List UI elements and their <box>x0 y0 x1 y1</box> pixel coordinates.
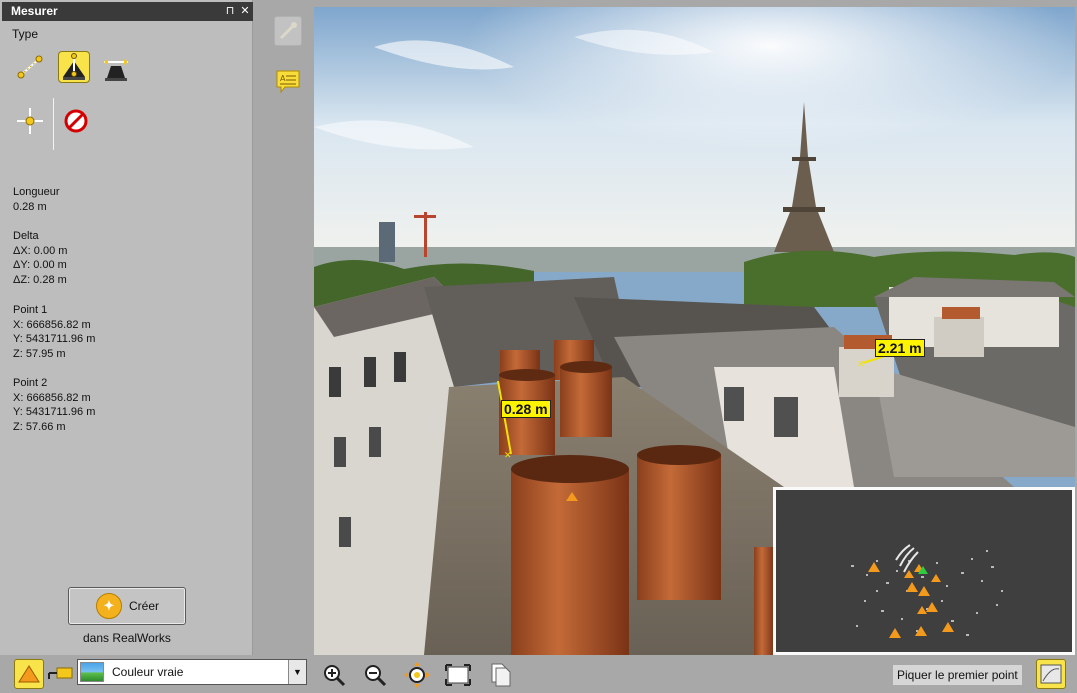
point-tool-button[interactable] <box>14 105 46 137</box>
create-button[interactable]: ✦ Créer <box>68 587 186 625</box>
annotation-note-icon: A <box>276 70 300 94</box>
zoom-in-button[interactable] <box>320 661 348 689</box>
cancel-tool-button[interactable] <box>60 105 92 137</box>
color-mode-icon <box>48 667 73 679</box>
delta-z: ΔZ: 0.28 m <box>13 273 67 286</box>
pin-icon[interactable]: ⊓ <box>223 2 237 21</box>
length-section: Longueur 0.28 m <box>13 185 60 214</box>
point-cloud-overview <box>776 490 1072 652</box>
panorama-viewport[interactable]: ✕ ✕ 0.28 m 2.21 m <box>314 7 1075 655</box>
no-entry-icon <box>64 109 88 133</box>
measure-height-icon <box>63 53 85 80</box>
zoom-in-icon <box>324 665 346 687</box>
width-tool-button[interactable] <box>100 51 132 83</box>
point2-z: Z: 57.66 m <box>13 420 66 433</box>
length-value: 0.28 m <box>13 200 47 213</box>
warning-triangle-icon <box>18 665 40 683</box>
length-label: Longueur <box>13 186 60 198</box>
layout-toggle-button[interactable] <box>1036 659 1066 689</box>
point1-z: Z: 57.95 m <box>13 347 66 360</box>
zoom-extents-button[interactable] <box>443 661 473 689</box>
height-tool-button[interactable] <box>58 51 90 83</box>
delta-y: ΔY: 0.00 m <box>13 259 67 272</box>
delta-label: Delta <box>13 230 39 242</box>
point1-label: Point 1 <box>13 304 48 316</box>
svg-text:✕: ✕ <box>504 451 512 461</box>
svg-text:A: A <box>280 74 286 83</box>
point2-section: Point 2 X: 666856.82 m Y: 5431711.96 m Z… <box>13 376 95 434</box>
point1-x: X: 666856.82 m <box>13 318 91 331</box>
point1-section: Point 1 X: 666856.82 m Y: 5431711.96 m Z… <box>13 303 95 361</box>
alert-button[interactable] <box>14 659 44 689</box>
create-destination-label: dans RealWorks <box>83 631 171 645</box>
eyedropper-icon <box>279 22 297 40</box>
measurement-label-2: 2.21 m <box>875 339 925 357</box>
distance-tool-button[interactable] <box>14 51 46 83</box>
point2-x: X: 666856.82 m <box>13 391 91 404</box>
panel-title-bar: Mesurer ⊓ ✕ <box>2 2 253 21</box>
measure-width-icon <box>104 59 128 81</box>
color-mode-value: Couleur vraie <box>112 665 184 679</box>
svg-text:✕: ✕ <box>857 360 865 370</box>
zoom-target-icon <box>404 662 430 688</box>
color-mode-select[interactable]: Couleur vraie ▼ <box>77 659 307 685</box>
zoom-extents-icon <box>445 664 471 686</box>
zoom-out-button[interactable] <box>361 661 389 689</box>
measure-line-icon <box>17 55 43 79</box>
bottom-toolbar: Couleur vraie ▼ Piquer le premier point <box>0 655 1077 693</box>
delta-x: ΔX: 0.00 m <box>13 244 68 257</box>
tool-separator <box>53 98 54 150</box>
picker-tool-button[interactable] <box>274 16 302 46</box>
type-label: Type <box>12 27 39 41</box>
point1-y: Y: 5431711.96 m <box>13 333 96 346</box>
create-button-label: Créer <box>129 599 160 613</box>
realworks-icon: ✦ <box>96 593 122 619</box>
copy-view-button[interactable] <box>487 660 515 690</box>
point2-y: Y: 5431711.96 m <box>13 406 96 419</box>
annotation-tool-button[interactable]: A <box>274 66 302 96</box>
chevron-down-icon[interactable]: ▼ <box>288 660 306 684</box>
measure-panel: Mesurer ⊓ ✕ Type Longueur 0.28 m Delta Δ… <box>0 0 253 655</box>
zoom-target-button[interactable] <box>402 660 432 690</box>
panel-title: Mesurer <box>11 4 58 18</box>
color-link-button[interactable] <box>46 663 74 685</box>
panel-layout-icon <box>1040 664 1062 684</box>
zoom-out-icon <box>365 665 387 687</box>
measurement-label-1: 0.28 m <box>501 400 551 418</box>
delta-section: Delta ΔX: 0.00 m ΔY: 0.00 m ΔZ: 0.28 m <box>13 229 67 287</box>
close-icon[interactable]: ✕ <box>238 2 252 21</box>
measure-point-icon <box>17 108 43 134</box>
minimap[interactable] <box>773 487 1075 655</box>
true-color-swatch <box>80 662 104 682</box>
copy-pages-icon <box>491 663 511 687</box>
point2-label: Point 2 <box>13 377 48 389</box>
status-message: Piquer le premier point <box>893 665 1022 685</box>
